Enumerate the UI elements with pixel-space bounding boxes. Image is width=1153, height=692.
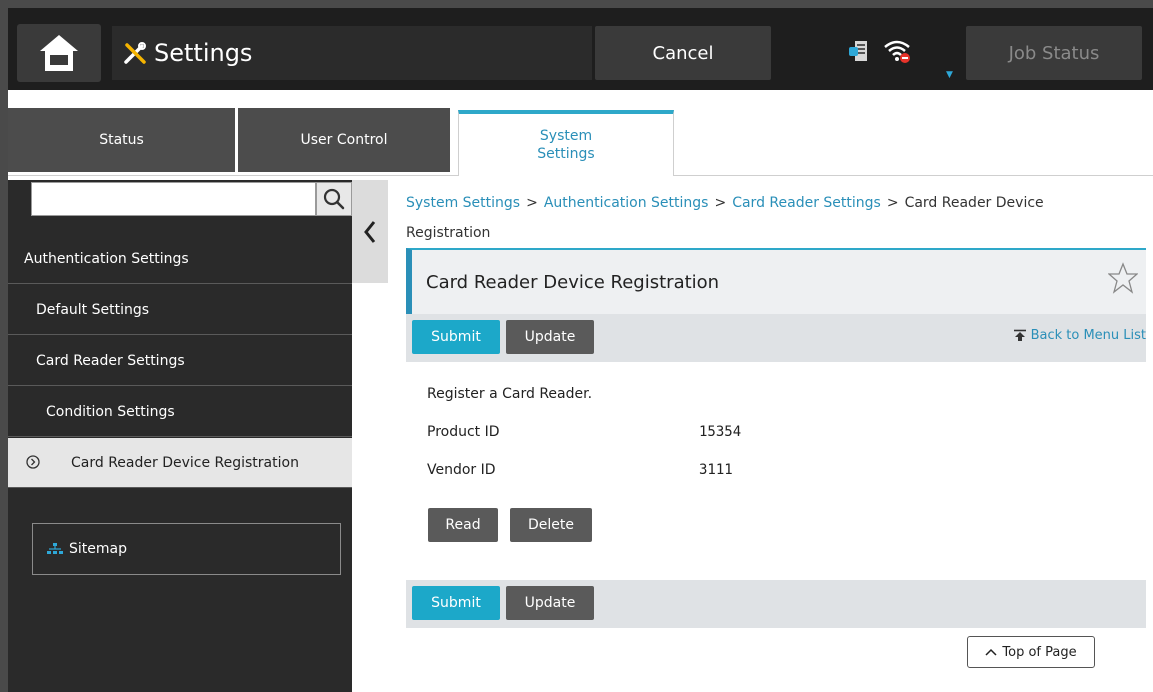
vendor-id-label: Vendor ID: [427, 462, 496, 478]
tab-system-settings-label: System Settings: [537, 128, 595, 162]
sidebar-item-label: Default Settings: [36, 301, 150, 318]
app-title-bar: Settings: [112, 26, 592, 80]
job-status-button[interactable]: Job Status: [966, 26, 1142, 80]
sitemap-label: Sitemap: [69, 541, 127, 557]
sidebar-collapse-button[interactable]: [352, 180, 388, 283]
vendor-id-value: 3111: [699, 462, 733, 478]
sidebar-item-condition-settings[interactable]: Condition Settings: [8, 387, 352, 437]
page-title: Card Reader Device Registration: [426, 271, 720, 293]
product-id-value: 15354: [699, 424, 742, 440]
breadcrumb-link-system-settings[interactable]: System Settings: [406, 195, 520, 211]
breadcrumb-link-card-reader-settings[interactable]: Card Reader Settings: [732, 195, 881, 211]
breadcrumb-separator: >: [526, 195, 538, 211]
sidebar-item-card-reader-device-registration[interactable]: Card Reader Device Registration: [8, 438, 352, 488]
status-dropdown-icon[interactable]: ▼: [946, 70, 953, 80]
search-icon: [323, 188, 345, 210]
submit-button[interactable]: Submit: [412, 320, 500, 354]
product-id-label: Product ID: [427, 424, 500, 440]
sidebar-item-default-settings[interactable]: Default Settings: [8, 285, 352, 335]
top-of-page-button[interactable]: Top of Page: [967, 636, 1095, 668]
home-icon: [40, 35, 78, 71]
update-button[interactable]: Update: [506, 320, 594, 354]
sidebar-item-authentication-settings[interactable]: Authentication Settings: [8, 234, 352, 284]
tab-user-control[interactable]: User Control: [238, 108, 450, 172]
tools-icon: [122, 40, 148, 66]
tab-bar: Status User Control System Settings: [8, 90, 1153, 180]
settings-window: Settings Cancel ▼ Job Status Status User…: [8, 8, 1153, 692]
sidebar-item-label: Card Reader Settings: [36, 352, 185, 369]
top-action-bar: Submit Update Back to Menu List: [406, 314, 1146, 362]
star-icon[interactable]: [1108, 262, 1138, 296]
search-input[interactable]: [31, 182, 316, 216]
delete-button[interactable]: Delete: [510, 508, 592, 542]
breadcrumb: System Settings > Authentication Settings >…: [406, 188, 1106, 248]
home-button[interactable]: [17, 24, 101, 82]
submit-button-bottom[interactable]: Submit: [412, 586, 500, 620]
breadcrumb-link-authentication-settings[interactable]: Authentication Settings: [544, 195, 709, 211]
chevron-circle-right-icon: [26, 455, 40, 469]
sitemap-icon: [47, 543, 63, 554]
tab-status[interactable]: Status: [8, 108, 235, 172]
chevron-up-icon: [985, 648, 997, 656]
update-button-bottom[interactable]: Update: [506, 586, 594, 620]
sidebar: Authentication Settings Default Settings…: [8, 180, 352, 692]
intro-text: Register a Card Reader.: [427, 386, 593, 402]
sitemap-button[interactable]: Sitemap: [32, 523, 341, 575]
panel-header: Card Reader Device Registration: [406, 248, 1146, 314]
tab-system-settings[interactable]: System Settings: [458, 110, 674, 176]
read-button[interactable]: Read: [428, 508, 498, 542]
back-arrow-icon: [1013, 329, 1026, 341]
sidebar-search: [8, 180, 352, 224]
top-of-page-label: Top of Page: [1002, 644, 1077, 660]
breadcrumb-separator: >: [886, 195, 899, 211]
back-to-menu-list-label: Back to Menu List: [1030, 328, 1146, 343]
breadcrumb-separator: >: [714, 195, 727, 211]
search-button[interactable]: [316, 182, 352, 216]
sidebar-item-label: Card Reader Device Registration: [71, 454, 299, 471]
sidebar-item-label: Condition Settings: [46, 403, 175, 420]
back-to-menu-list-link[interactable]: Back to Menu List: [1013, 328, 1146, 343]
wifi-disconnected-icon[interactable]: [882, 38, 912, 64]
sidebar-item-card-reader-settings[interactable]: Card Reader Settings: [8, 336, 352, 386]
bottom-action-bar: Submit Update: [406, 580, 1146, 628]
card-reader-icon[interactable]: [848, 39, 870, 63]
sidebar-item-label: Authentication Settings: [24, 250, 189, 267]
cancel-button[interactable]: Cancel: [595, 26, 771, 80]
app-title: Settings: [154, 39, 253, 67]
chevron-left-icon: [364, 220, 376, 243]
top-bar: Settings Cancel ▼ Job Status: [8, 8, 1153, 90]
status-icons: [848, 38, 912, 64]
